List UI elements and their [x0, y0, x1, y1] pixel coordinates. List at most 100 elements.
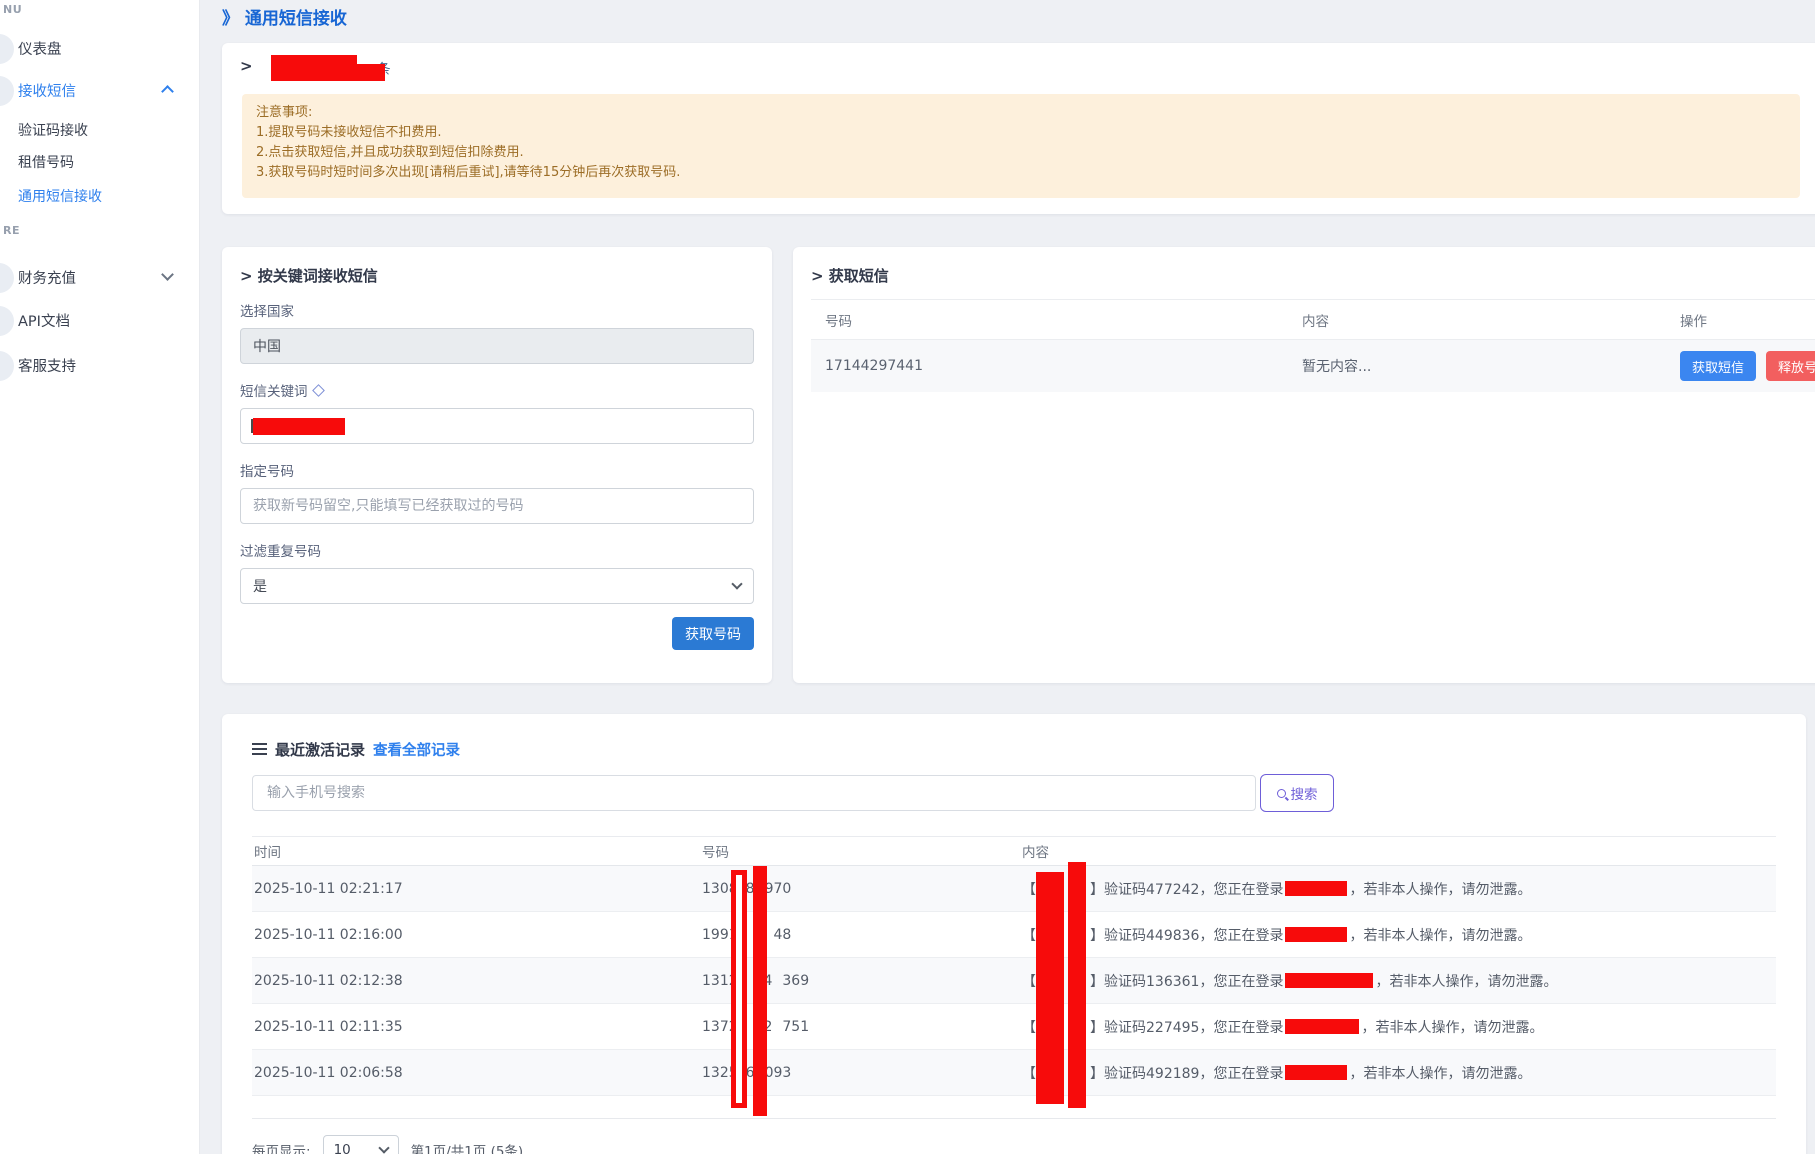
- help-diamond-icon[interactable]: [312, 384, 325, 397]
- column-content: 内容: [1302, 310, 1680, 330]
- record-phone: 13256093: [702, 1065, 1022, 1081]
- filter-duplicate-label: 过滤重复号码: [240, 540, 754, 560]
- assign-number-input[interactable]: [253, 498, 741, 514]
- filter-duplicate-value: 是: [253, 576, 267, 596]
- per-page-label: 每页显示:: [252, 1140, 311, 1154]
- get-sms-button[interactable]: 获取短信: [1680, 351, 1756, 381]
- redacted-balance: 条: [261, 57, 411, 83]
- message-icon: [0, 76, 14, 106]
- page-title: 》 通用短信接收: [222, 4, 347, 29]
- chevron-down-icon: [378, 1142, 389, 1153]
- assign-number-label: 指定号码: [240, 460, 754, 480]
- record-content: 【】验证码449836，您正在登录，若非本人操作，请勿泄露。: [1022, 925, 1776, 945]
- phone-search-input[interactable]: [252, 775, 1256, 811]
- records-title: 最近激活记录: [275, 739, 365, 760]
- column-action: 操作: [1680, 310, 1815, 330]
- dashboard-icon: [0, 34, 14, 64]
- search-button[interactable]: 搜索: [1260, 774, 1334, 812]
- country-value: 中国: [253, 336, 281, 356]
- redaction: [1285, 927, 1347, 942]
- sidebar-subitem-label: 租借号码: [18, 152, 74, 172]
- get-number-button[interactable]: 获取号码: [672, 617, 754, 650]
- fetch-sms-card: > 获取短信 号码 内容 操作 17144297441 暂无内容... 获取短信…: [793, 247, 1815, 683]
- keyword-label: 短信关键词: [240, 380, 754, 400]
- keyword-input[interactable]: [240, 408, 754, 444]
- redaction: [271, 64, 385, 81]
- record-content: 【】验证码492189，您正在登录，若非本人操作，请勿泄露。: [1022, 1063, 1776, 1083]
- summary-prefix: >: [240, 57, 253, 75]
- record-time: 2025-10-11 02:12:38: [252, 973, 702, 989]
- view-all-records-link[interactable]: 查看全部记录: [373, 739, 460, 760]
- sidebar-item-label: 接收短信: [18, 80, 76, 101]
- sidebar-item-dashboard[interactable]: 仪表盘: [0, 34, 200, 62]
- release-number-button[interactable]: 释放号码: [1766, 351, 1815, 381]
- notice-line: 1.提取号码未接收短信不扣费用.: [256, 123, 1786, 143]
- record-phone: 1372922751: [702, 1019, 1022, 1035]
- table-row: 2025-10-11 02:11:35 1372922751 【】验证码2274…: [252, 1004, 1776, 1050]
- per-page-value: 10: [334, 1142, 351, 1154]
- column-number: 号码: [702, 841, 1022, 861]
- wallet-icon: [0, 263, 14, 293]
- per-page-select[interactable]: 10: [323, 1135, 399, 1154]
- country-field: 中国: [240, 328, 754, 364]
- table-row: 2025-10-11 02:16:00 19911748 【】验证码449836…: [252, 912, 1776, 958]
- sidebar: NU 仪表盘 接收短信 验证码接收 租借号码 通用短信接收 RE 财务充值 AP…: [0, 0, 200, 1154]
- record-phone: 13088970: [702, 881, 1022, 897]
- sidebar-item-label: 仪表盘: [18, 38, 62, 59]
- sidebar-item-label: 财务充值: [18, 267, 76, 288]
- list-icon: [252, 743, 267, 755]
- record-content: 【】验证码136361，您正在登录，若非本人操作，请勿泄露。: [1022, 971, 1776, 991]
- fetch-table-row: 17144297441 暂无内容... 获取短信 释放号码: [811, 340, 1815, 392]
- column-number: 号码: [811, 310, 1302, 330]
- record-phone: 19911748: [702, 927, 1022, 943]
- redaction: [1036, 872, 1064, 1104]
- sidebar-item-rent-number[interactable]: 租借号码: [18, 150, 74, 174]
- country-label: 选择国家: [240, 300, 754, 320]
- search-icon: [1277, 789, 1286, 798]
- redaction: [253, 418, 345, 435]
- records-table: 时间 号码 内容 2025-10-11 02:21:17 13088970 【】…: [252, 836, 1776, 1096]
- document-icon: [0, 306, 14, 336]
- sidebar-item-support[interactable]: 客服支持: [0, 351, 200, 379]
- column-content: 内容: [1022, 841, 1776, 861]
- record-content: 【】验证码227495，您正在登录，若非本人操作，请勿泄露。: [1022, 1017, 1776, 1037]
- sms-content: 暂无内容...: [1302, 356, 1680, 376]
- sidebar-subitem-label: 通用短信接收: [18, 186, 102, 206]
- phone-number: 17144297441: [811, 358, 1302, 374]
- fetch-sms-title: > 获取短信: [811, 265, 1815, 286]
- sidebar-item-code-receive[interactable]: 验证码接收: [18, 118, 88, 142]
- summary-header: > 条: [240, 57, 411, 83]
- record-time: 2025-10-11 02:21:17: [252, 881, 702, 897]
- fetch-table-header: 号码 内容 操作: [811, 300, 1815, 340]
- sidebar-item-general-sms[interactable]: 通用短信接收: [18, 184, 102, 208]
- redaction: [1285, 881, 1347, 896]
- headset-icon: [0, 351, 14, 381]
- chevron-up-icon: [161, 85, 174, 98]
- pagination: 每页显示: 10 第1页/共1页 (5条): [252, 1118, 1776, 1154]
- redaction: [1068, 862, 1086, 1108]
- notice-box: 注意事项: 1.提取号码未接收短信不扣费用. 2.点击获取短信,并且成功获取到短…: [242, 94, 1800, 198]
- redaction: [1285, 1065, 1347, 1080]
- keyword-form-card: > 按关键词接收短信 选择国家 中国 短信关键词 指定号码 过滤重复号码 是 获…: [222, 247, 772, 683]
- recent-records-card: 最近激活记录 查看全部记录 搜索 时间 号码 内容 2025-10-11 02:…: [222, 714, 1806, 1154]
- sidebar-item-api-docs[interactable]: API文档: [0, 306, 200, 334]
- sidebar-item-receive-sms[interactable]: 接收短信: [0, 76, 200, 104]
- summary-card: > 条 注意事项: 1.提取号码未接收短信不扣费用. 2.点击获取短信,并且成功…: [222, 43, 1815, 214]
- table-row: 2025-10-11 02:06:58 13256093 【】验证码492189…: [252, 1050, 1776, 1096]
- notice-line: 3.获取号码时短时间多次出现[请稍后重试],请等待15分钟后再次获取号码.: [256, 163, 1786, 183]
- filter-duplicate-select[interactable]: 是: [240, 568, 754, 604]
- chevron-down-icon: [731, 578, 742, 589]
- record-time: 2025-10-11 02:16:00: [252, 927, 702, 943]
- table-row: 2025-10-11 02:21:17 13088970 【】验证码477242…: [252, 866, 1776, 912]
- column-time: 时间: [252, 841, 702, 861]
- assign-number-field: [240, 488, 754, 524]
- sidebar-item-label: API文档: [18, 310, 70, 331]
- redaction: [1285, 1019, 1359, 1034]
- record-time: 2025-10-11 02:11:35: [252, 1019, 702, 1035]
- sidebar-subitem-label: 验证码接收: [18, 120, 88, 140]
- notice-title: 注意事项:: [256, 103, 1786, 123]
- table-row: 2025-10-11 02:12:38 1312094369 【】验证码1363…: [252, 958, 1776, 1004]
- redaction: [753, 866, 767, 1116]
- sidebar-item-finance[interactable]: 财务充值: [0, 263, 200, 291]
- keyword-form-title: > 按关键词接收短信: [240, 265, 754, 286]
